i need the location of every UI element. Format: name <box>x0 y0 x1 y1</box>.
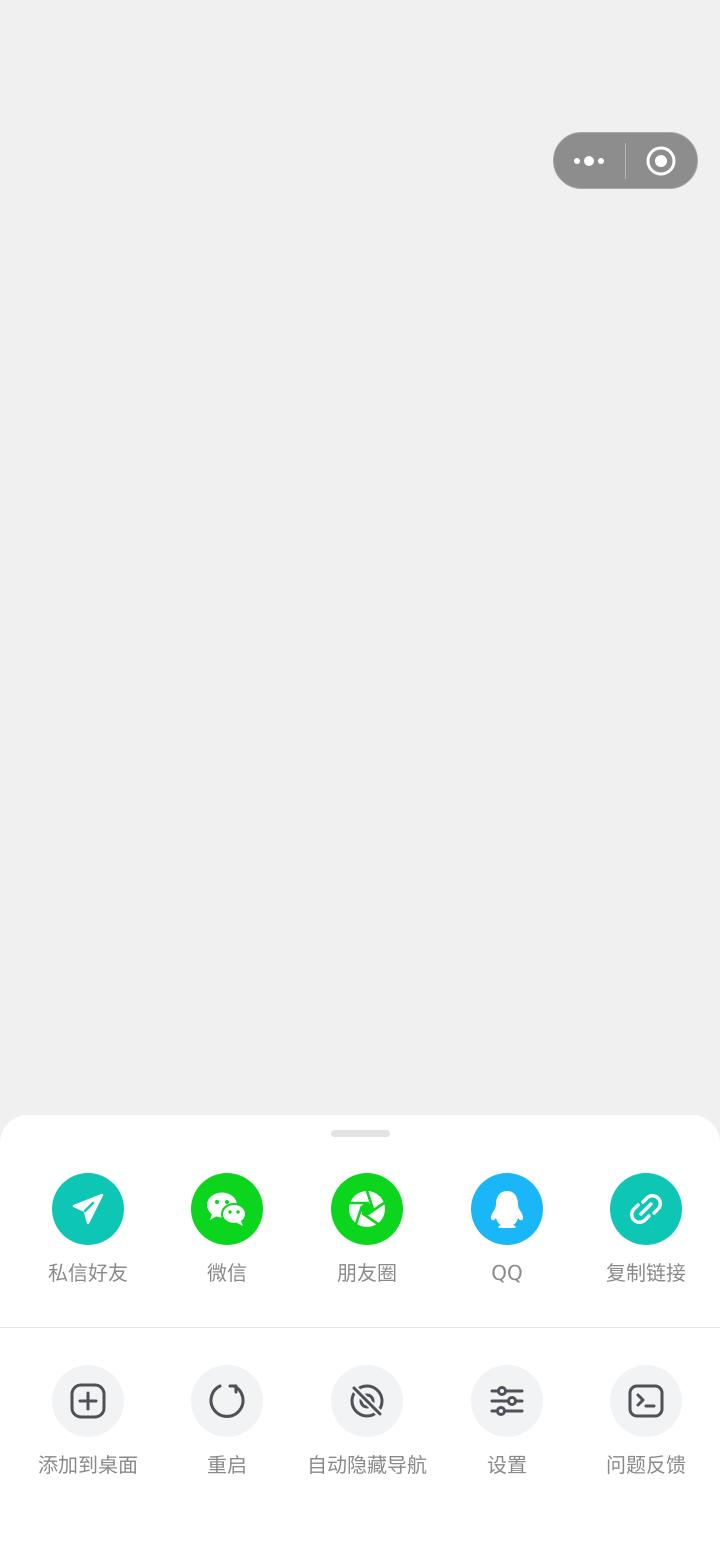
restart-icon <box>209 1384 245 1418</box>
action-auto-hide-nav[interactable]: 自动隐藏导航 <box>297 1365 437 1477</box>
action-feedback[interactable]: 问题反馈 <box>576 1365 716 1477</box>
share-item-label: 朋友圈 <box>337 1261 397 1285</box>
share-item-label: 私信好友 <box>48 1261 128 1285</box>
action-add-to-desktop[interactable]: 添加到桌面 <box>18 1365 158 1477</box>
copy-link-circle <box>610 1173 682 1245</box>
share-item-moments[interactable]: 朋友圈 <box>297 1173 437 1285</box>
qq-circle <box>471 1173 543 1245</box>
more-button[interactable] <box>554 133 625 188</box>
moments-circle <box>331 1173 403 1245</box>
feedback-circle <box>610 1365 682 1437</box>
qq-penguin-icon <box>490 1191 524 1228</box>
action-restart[interactable]: 重启 <box>157 1365 297 1477</box>
action-item-label: 问题反馈 <box>606 1453 686 1477</box>
share-item-private-message[interactable]: 私信好友 <box>18 1173 158 1285</box>
settings-circle <box>471 1365 543 1437</box>
action-item-label: 设置 <box>487 1453 527 1477</box>
add-square-icon <box>70 1383 106 1419</box>
action-item-label: 重启 <box>207 1453 247 1477</box>
link-icon <box>630 1194 662 1224</box>
wechat-circle <box>191 1173 263 1245</box>
restart-circle <box>191 1365 263 1437</box>
share-action-sheet: 私信好友 微信 朋友圈 QQ 复制链接 添加到桌面 重启 自动隐藏导航 设置 问… <box>0 1115 720 1565</box>
exit-button[interactable] <box>626 133 697 188</box>
sheet-drag-handle[interactable] <box>331 1130 390 1137</box>
moments-aperture-icon <box>349 1190 385 1227</box>
hide-eye-icon <box>350 1384 384 1418</box>
share-item-qq[interactable]: QQ <box>437 1173 577 1285</box>
share-item-wechat[interactable]: 微信 <box>157 1173 297 1285</box>
action-settings[interactable]: 设置 <box>437 1365 577 1477</box>
action-item-label: 自动隐藏导航 <box>307 1453 427 1477</box>
terminal-icon <box>628 1384 664 1418</box>
share-item-label: QQ <box>491 1261 523 1285</box>
private-message-circle <box>52 1173 124 1245</box>
share-item-label: 微信 <box>207 1261 247 1285</box>
section-divider <box>0 1327 720 1328</box>
share-item-label: 复制链接 <box>606 1261 686 1285</box>
paper-plane-icon <box>72 1193 104 1225</box>
mini-program-page: 私信好友 微信 朋友圈 QQ 复制链接 添加到桌面 重启 自动隐藏导航 设置 问… <box>0 0 720 1565</box>
share-item-copy-link[interactable]: 复制链接 <box>576 1173 716 1285</box>
capsule-menu <box>553 132 698 189</box>
action-item-label: 添加到桌面 <box>38 1453 138 1477</box>
wechat-icon <box>207 1192 247 1226</box>
record-target-icon <box>646 146 676 175</box>
add-to-desktop-circle <box>52 1365 124 1437</box>
more-dots-icon <box>573 155 604 166</box>
sliders-icon <box>490 1386 524 1416</box>
auto-hide-nav-circle <box>331 1365 403 1437</box>
